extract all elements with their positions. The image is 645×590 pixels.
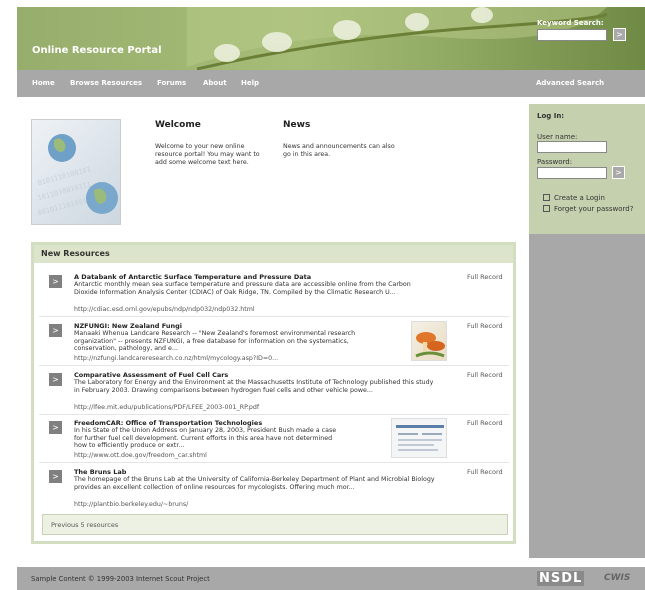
news-heading: News [283,120,311,130]
freedomcar-thumbnail [391,418,447,458]
password-label: Password: [537,158,573,166]
resource-url[interactable]: http://www.ott.doe.gov/freedom_car.shtml [74,452,207,459]
footer-copyright: Sample Content © 1999-2003 Internet Scou… [31,575,210,583]
nav-advanced-search[interactable]: Advanced Search [536,79,604,87]
full-record-link[interactable]: Full Record [467,371,503,379]
nav-home[interactable]: Home [32,79,55,87]
resource-item: > NZFUNGI: New Zealand Fungi Manaaki Whe… [39,319,509,366]
new-resources-heading: New Resources [34,245,513,263]
full-record-link[interactable]: Full Record [467,273,503,281]
globe-icon: 0101110100101 1011010010111 001011101001… [37,134,118,217]
expand-arrow-button[interactable]: > [49,373,62,386]
resource-title[interactable]: A Databank of Antarctic Surface Temperat… [74,273,311,281]
resource-item: > FreedomCAR: Office of Transportation T… [39,416,509,463]
news-text: News and announcements can also go in th… [283,143,395,158]
expand-arrow-button[interactable]: > [49,324,62,337]
resource-item: > Comparative Assessment of Fuel Cell Ca… [39,368,509,415]
main-nav: Home Browse Resources Forums About Help … [17,70,645,97]
nav-about[interactable]: About [203,79,227,87]
checkbox-icon [543,193,550,201]
resource-title[interactable]: The Bruns Lab [74,468,126,476]
resource-description: Manaaki Whenua Landcare Research -- "New… [74,330,356,353]
nav-browse-resources[interactable]: Browse Resources [70,79,142,87]
webpage-preview-icon [396,425,444,451]
keyword-search-go-button[interactable]: > [613,28,626,41]
resource-url[interactable]: http://plantbio.berkeley.edu/~bruns/ [74,501,188,508]
username-input[interactable] [537,141,607,153]
login-box: Log In: User name: Password: > Create a … [529,104,645,234]
resource-title[interactable]: FreedomCAR: Office of Transportation Tec… [74,419,262,427]
sidebar: Log In: User name: Password: > Create a … [529,104,645,558]
create-login-link[interactable]: Create a Login [543,193,605,202]
cwis-logo[interactable]: CWIS [604,573,630,583]
resource-description: The Laboratory for Energy and the Enviro… [74,379,434,394]
password-input[interactable] [537,167,607,179]
welcome-heading: Welcome [155,120,201,130]
full-record-link[interactable]: Full Record [467,468,503,476]
resource-item: > A Databank of Antarctic Surface Temper… [39,270,509,317]
nsdl-logo[interactable]: NSDL [537,571,585,586]
footer: Sample Content © 1999-2003 Internet Scou… [17,567,645,590]
nav-help[interactable]: Help [241,79,259,87]
full-record-link[interactable]: Full Record [467,419,503,427]
resource-url[interactable]: http://lfee.mit.edu/publications/PDF/LFE… [74,404,259,411]
keyword-search-label: Keyword Search: [537,19,604,27]
header-banner: Online Resource Portal Keyword Search: > [17,7,645,70]
new-resources-panel: New Resources > A Databank of Antarctic … [31,242,516,544]
resource-title[interactable]: Comparative Assessment of Fuel Cell Cars [74,371,228,379]
resource-url[interactable]: http://cdiac.esd.ornl.gov/epubs/ndp/ndp0… [74,306,255,313]
resource-description: The homepage of the Bruns Lab at the Uni… [74,476,435,491]
full-record-link[interactable]: Full Record [467,322,503,330]
fungi-thumbnail [411,321,447,361]
welcome-text: Welcome to your new online resource port… [155,143,260,166]
resource-description: In his State of the Union Address on Jan… [74,427,337,450]
expand-arrow-button[interactable]: > [49,275,62,288]
forgot-password-link[interactable]: Forget your password? [543,204,633,213]
globe-image: 0101110100101 1011010010111 001011101001… [31,119,121,225]
username-label: User name: [537,133,578,141]
expand-arrow-button[interactable]: > [49,421,62,434]
mushroom-icon [415,332,445,358]
login-title: Log In: [537,112,565,120]
resource-description: Antarctic monthly mean sea surface tempe… [74,281,411,296]
resource-title[interactable]: NZFUNGI: New Zealand Fungi [74,322,182,330]
site-title: Online Resource Portal [32,45,162,56]
resource-url[interactable]: http://nzfungi.landcareresearch.co.nz/ht… [74,355,278,362]
nav-forums[interactable]: Forums [157,79,186,87]
keyword-search-input[interactable] [537,29,607,41]
expand-arrow-button[interactable]: > [49,470,62,483]
login-go-button[interactable]: > [612,166,625,179]
checkbox-icon [543,204,550,212]
resource-item: > The Bruns Lab The homepage of the Brun… [39,465,509,511]
previous-resources-link[interactable]: Previous 5 resources [42,514,508,535]
